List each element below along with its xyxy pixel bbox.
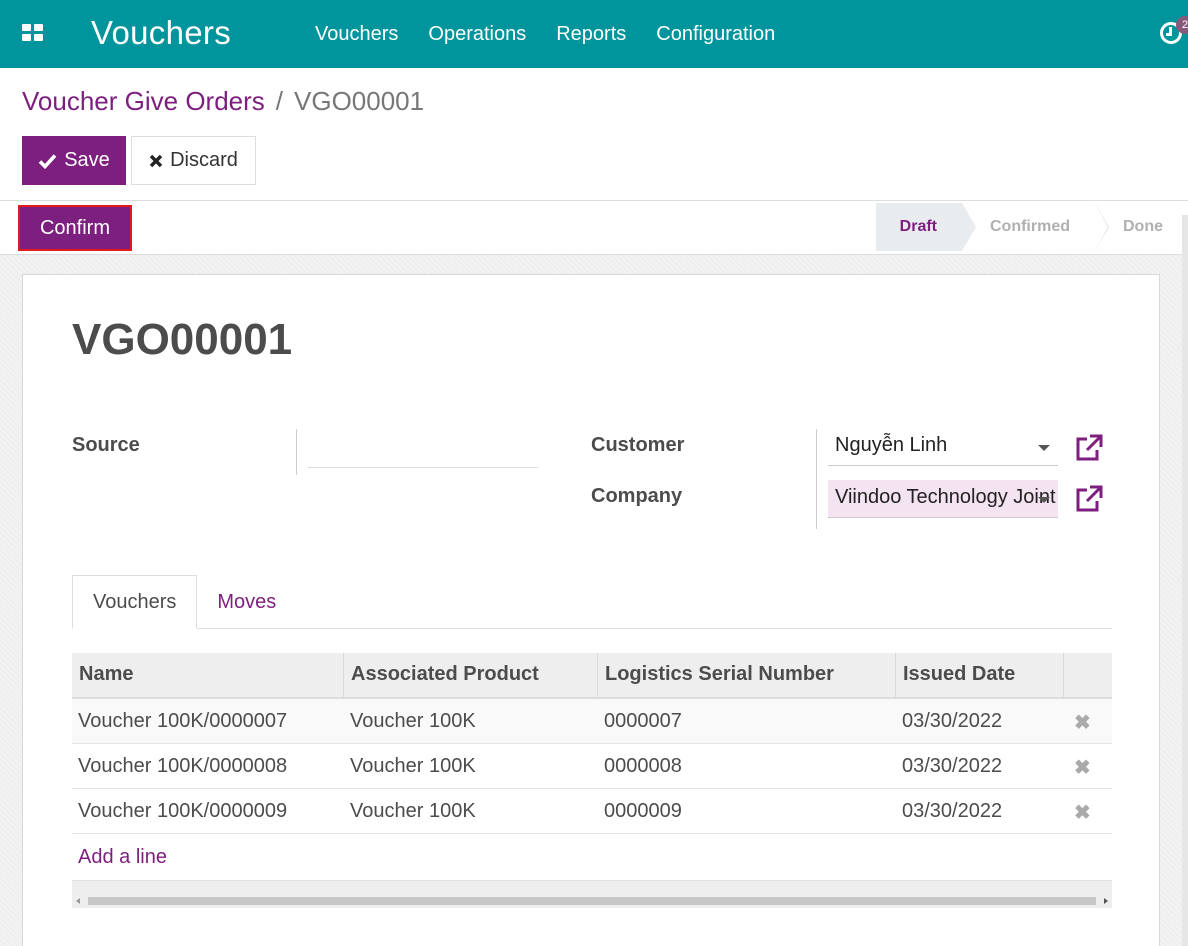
scroll-right-arrow-icon[interactable] <box>1104 898 1108 904</box>
menu-reports[interactable]: Reports <box>541 23 641 46</box>
discard-label: Discard <box>170 149 238 171</box>
tab-moves[interactable]: Moves <box>197 575 296 629</box>
activity-count-badge: 2 <box>1176 16 1188 34</box>
cell-product[interactable]: Voucher 100K <box>344 789 598 833</box>
save-button[interactable]: Save <box>22 136 126 185</box>
cell-name[interactable]: Voucher 100K/0000008 <box>72 744 344 788</box>
label-divider <box>296 429 297 475</box>
cell-serial[interactable]: 0000009 <box>598 789 896 833</box>
menu-vouchers[interactable]: Vouchers <box>300 23 413 46</box>
check-icon <box>38 153 57 169</box>
table-row[interactable]: Voucher 100K/0000008 Voucher 100K 000000… <box>72 744 1112 789</box>
breadcrumb-separator: / <box>275 86 284 116</box>
cell-date[interactable]: 03/30/2022 <box>896 789 1064 833</box>
status-bar: Confirm Draft Confirmed Done <box>0 200 1188 255</box>
add-line-link[interactable]: Add a line <box>72 834 1112 879</box>
notebook-tabs: Vouchers Moves <box>72 575 1112 629</box>
horizontal-scrollbar[interactable] <box>72 880 1112 908</box>
delete-row-icon[interactable]: ✖ <box>1070 802 1091 824</box>
table-row[interactable]: Voucher 100K/0000007 Voucher 100K 000000… <box>72 699 1112 744</box>
cell-name[interactable]: Voucher 100K/0000007 <box>72 699 344 743</box>
chevron-down-icon[interactable] <box>1038 445 1050 451</box>
record-title: VGO00001 <box>72 315 293 364</box>
app-title: Vouchers <box>91 14 231 51</box>
discard-button[interactable]: Discard <box>131 136 256 185</box>
source-input[interactable] <box>308 467 538 468</box>
customer-value: Nguyễn Linh <box>835 434 948 456</box>
cell-date[interactable]: 03/30/2022 <box>896 699 1064 743</box>
column-header-associated-product[interactable]: Associated Product <box>344 653 598 697</box>
apps-menu-icon[interactable] <box>22 24 43 41</box>
menu-operations[interactable]: Operations <box>413 23 541 46</box>
source-label: Source <box>72 434 140 456</box>
column-header-issued-date[interactable]: Issued Date <box>896 653 1064 697</box>
cell-product[interactable]: Voucher 100K <box>344 744 598 788</box>
form-sheet: VGO00001 Source Customer Company Nguyễn … <box>22 274 1160 946</box>
delete-row-icon[interactable]: ✖ <box>1070 757 1091 779</box>
cell-date[interactable]: 03/30/2022 <box>896 744 1064 788</box>
customer-label: Customer <box>591 434 685 456</box>
cell-serial[interactable]: 0000008 <box>598 744 896 788</box>
column-header-name[interactable]: Name <box>72 653 344 697</box>
stage-draft[interactable]: Draft <box>875 203 977 251</box>
vertical-scrollbar[interactable] <box>1182 215 1188 946</box>
scroll-left-arrow-icon[interactable] <box>76 898 80 904</box>
cell-name[interactable]: Voucher 100K/0000009 <box>72 789 344 833</box>
scrollbar-thumb[interactable] <box>88 897 1096 905</box>
close-icon <box>149 154 163 168</box>
save-label: Save <box>64 149 110 171</box>
breadcrumb: Voucher Give Orders / VGO00001 <box>22 86 424 117</box>
company-field[interactable]: Viindoo Technology Joint Stock Company <box>828 480 1058 518</box>
top-navbar: Vouchers Vouchers Operations Reports Con… <box>0 0 1188 68</box>
company-label: Company <box>591 485 683 507</box>
stage-pipeline: Draft Confirmed Done <box>875 203 1188 251</box>
label-divider <box>816 429 817 529</box>
confirm-button[interactable]: Confirm <box>18 205 132 251</box>
column-header-serial-number[interactable]: Logistics Serial Number <box>598 653 896 697</box>
menu-configuration[interactable]: Configuration <box>641 23 790 46</box>
chevron-down-icon[interactable] <box>1038 497 1050 503</box>
breadcrumb-current: VGO00001 <box>294 86 425 116</box>
table-row[interactable]: Voucher 100K/0000009 Voucher 100K 000000… <box>72 789 1112 834</box>
vouchers-table: Name Associated Product Logistics Serial… <box>72 653 1112 879</box>
external-link-icon[interactable] <box>1073 484 1103 514</box>
cell-serial[interactable]: 0000007 <box>598 699 896 743</box>
column-header-actions <box>1064 653 1112 697</box>
customer-field[interactable]: Nguyễn Linh <box>828 428 1058 466</box>
external-link-icon[interactable] <box>1073 433 1103 463</box>
stage-confirmed[interactable]: Confirmed <box>962 203 1109 251</box>
cell-product[interactable]: Voucher 100K <box>344 699 598 743</box>
table-header: Name Associated Product Logistics Serial… <box>72 653 1112 699</box>
tab-vouchers[interactable]: Vouchers <box>72 575 198 629</box>
breadcrumb-parent-link[interactable]: Voucher Give Orders <box>22 86 265 117</box>
delete-row-icon[interactable]: ✖ <box>1070 712 1091 734</box>
company-value: Viindoo Technology Joint Stock Company <box>835 486 1058 508</box>
main-menu: Vouchers Operations Reports Configuratio… <box>300 0 790 68</box>
